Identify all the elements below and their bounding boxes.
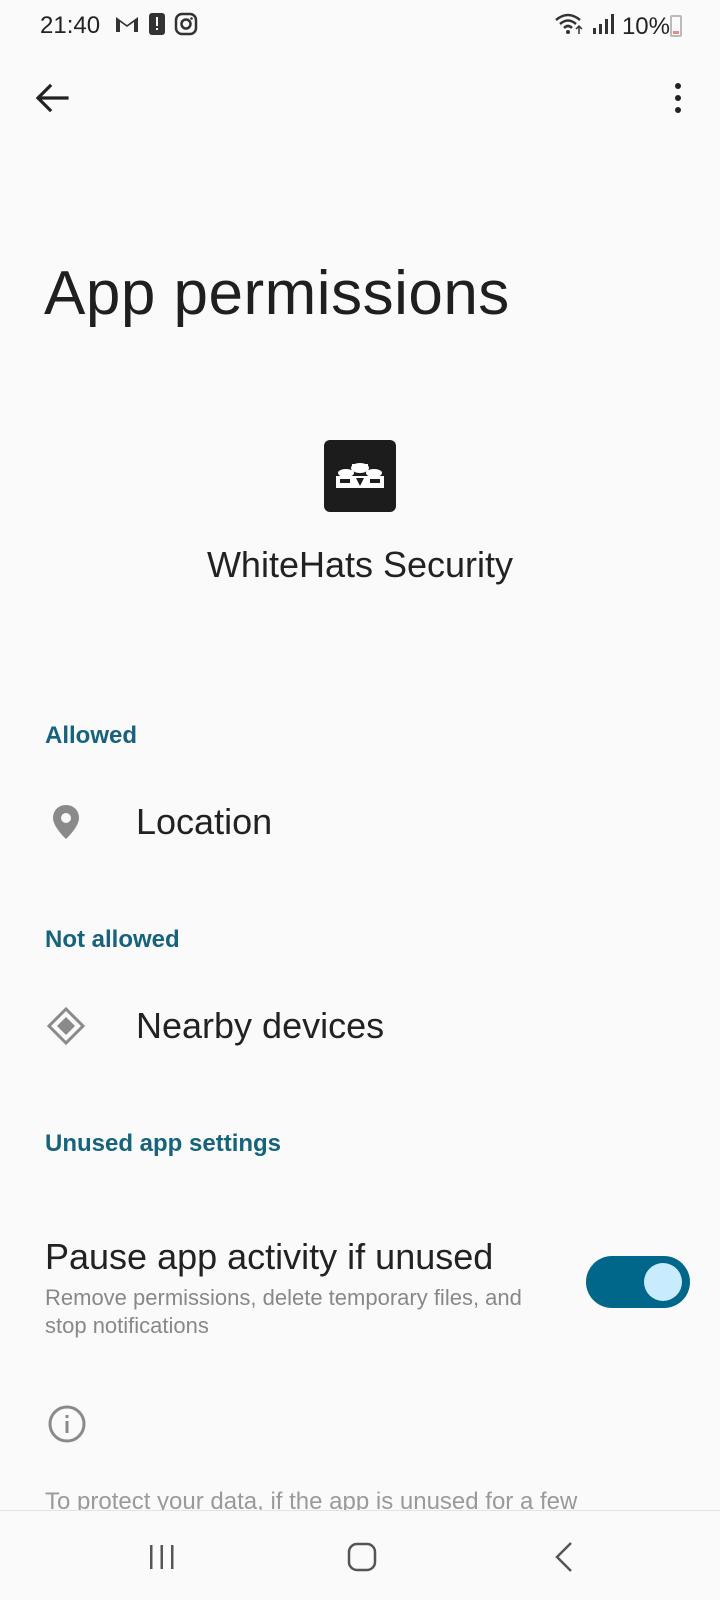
signal-icon — [592, 12, 614, 41]
instagram-icon — [174, 12, 198, 41]
recents-button[interactable] — [138, 1539, 186, 1575]
pause-app-activity-subtitle: Remove permissions, delete temporary fil… — [45, 1285, 522, 1338]
arrow-left-icon — [35, 83, 69, 113]
home-button[interactable] — [338, 1539, 386, 1575]
info-icon — [47, 1404, 87, 1444]
permission-label-nearby-devices: Nearby devices — [136, 1005, 385, 1046]
alert-icon — [148, 12, 166, 41]
section-header-not-allowed: Not allowed — [45, 926, 180, 953]
status-time: 21:40 — [40, 12, 101, 39]
permission-row-nearby-devices[interactable]: Nearby devices — [0, 978, 720, 1074]
pause-app-activity-toggle[interactable] — [586, 1256, 690, 1308]
gmail-icon — [114, 13, 140, 40]
app-icon — [324, 440, 396, 512]
battery-percentage: 10% — [621, 12, 670, 40]
permission-label-location: Location — [136, 801, 273, 842]
more-vertical-icon — [675, 83, 681, 89]
recents-icon — [150, 1545, 174, 1569]
battery-icon — [670, 15, 682, 37]
nearby-devices-icon — [46, 1006, 86, 1046]
section-header-unused: Unused app settings — [45, 1130, 282, 1157]
top-app-bar — [0, 62, 720, 132]
app-name: WhiteHats Security — [206, 544, 514, 585]
whitehats-logo-icon — [336, 463, 384, 488]
nav-back-icon — [555, 1542, 572, 1572]
home-icon — [347, 1542, 377, 1572]
wifi-icon — [554, 12, 584, 41]
permission-row-location[interactable]: Location — [0, 774, 720, 870]
nav-back-button[interactable] — [540, 1539, 588, 1575]
location-icon — [46, 802, 86, 842]
navigation-bar — [0, 1510, 720, 1600]
system-icons: 10% — [554, 12, 670, 41]
page-title: App permissions — [44, 259, 510, 328]
status-bar: 21:40 10% — [0, 0, 720, 56]
back-button[interactable] — [28, 74, 76, 122]
notification-icons — [114, 12, 198, 41]
section-header-allowed: Allowed — [45, 722, 138, 749]
toggle-knob — [644, 1263, 682, 1301]
pause-app-activity-title: Pause app activity if unused — [45, 1236, 494, 1277]
more-options-button[interactable] — [666, 74, 690, 122]
